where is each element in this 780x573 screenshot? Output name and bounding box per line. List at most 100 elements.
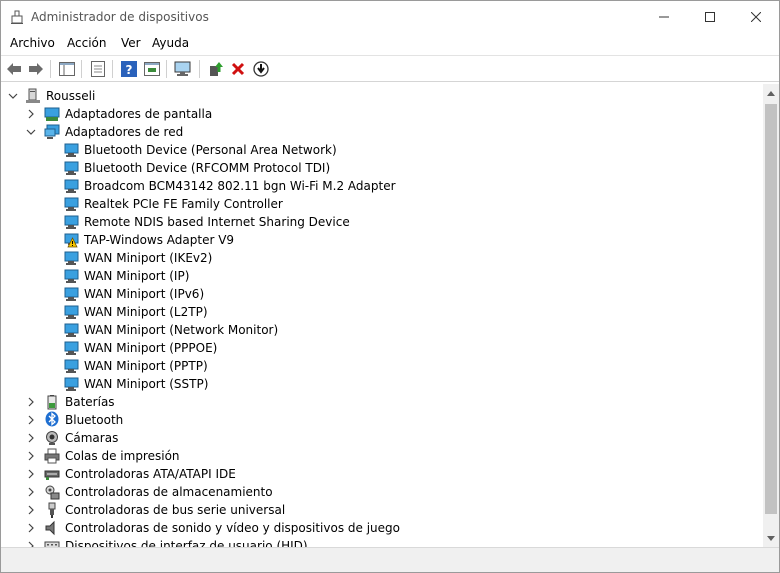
action-view-button[interactable] [142, 59, 162, 79]
category-row-storage-controllers[interactable]: Controladoras de almacenamiento [1, 483, 761, 501]
device-row[interactable]: WAN Miniport (SSTP) [1, 375, 761, 393]
category-label: Controladoras de almacenamiento [65, 485, 273, 499]
category-row-cameras[interactable]: Cámaras [1, 429, 761, 447]
chevron-right-icon[interactable] [25, 396, 37, 408]
menu-ayuda[interactable]: Ayuda [152, 36, 189, 50]
help-button[interactable]: ? [119, 59, 139, 79]
device-row[interactable]: WAN Miniport (Network Monitor) [1, 321, 761, 339]
network-adapter-icon [64, 161, 79, 175]
properties-button[interactable] [88, 59, 108, 79]
device-row[interactable]: WAN Miniport (IKEv2) [1, 249, 761, 267]
printer-icon [44, 448, 60, 464]
computer-icon [26, 88, 40, 103]
device-label: Realtek PCIe FE Family Controller [84, 197, 283, 211]
device-label: WAN Miniport (Network Monitor) [84, 323, 279, 337]
scroll-down-button[interactable] [763, 530, 779, 547]
category-label: Bluetooth [65, 413, 124, 427]
category-label: Dispositivos de interfaz de usuario (HID… [65, 539, 308, 547]
device-row[interactable]: Broadcom BCM43142 802.11 bgn Wi-Fi M.2 A… [1, 177, 761, 195]
category-label: Controladoras ATA/ATAPI IDE [65, 467, 236, 481]
device-row[interactable]: WAN Miniport (IP) [1, 267, 761, 285]
chevron-up-icon [767, 90, 775, 96]
vertical-scrollbar[interactable] [763, 84, 779, 547]
device-row[interactable]: Remote NDIS based Internet Sharing Devic… [1, 213, 761, 231]
toolbar: ? [1, 55, 779, 82]
usb-plug-icon [48, 502, 56, 518]
category-row-print-queues[interactable]: Colas de impresión [1, 447, 761, 465]
chevron-down-icon[interactable] [7, 90, 19, 102]
device-label: WAN Miniport (SSTP) [84, 377, 209, 391]
uninstall-device-button[interactable] [228, 59, 248, 79]
network-adapter-icon [64, 251, 79, 265]
close-button[interactable] [733, 1, 779, 32]
device-row[interactable]: WAN Miniport (L2TP) [1, 303, 761, 321]
menu-accion[interactable]: Acción [67, 36, 106, 50]
bluetooth-icon [45, 411, 59, 427]
chevron-right-icon[interactable] [25, 432, 37, 444]
category-label: Cámaras [65, 431, 119, 445]
category-row-sound-video[interactable]: Controladoras de sonido y vídeo y dispos… [1, 519, 761, 537]
device-row[interactable]: WAN Miniport (PPPOE) [1, 339, 761, 357]
category-row-bluetooth[interactable]: Bluetooth [1, 411, 761, 429]
monitor-scan-icon [174, 61, 191, 76]
title-bar: Administrador de dispositivos [1, 1, 779, 32]
scrollbar-thumb[interactable] [765, 104, 777, 514]
network-adapter-warning-icon [64, 233, 79, 248]
back-button[interactable] [4, 59, 24, 79]
scroll-up-button[interactable] [763, 84, 779, 101]
device-label: Broadcom BCM43142 802.11 bgn Wi-Fi M.2 A… [84, 179, 396, 193]
network-adapter-icon [64, 215, 79, 229]
category-row-network-adapters[interactable]: Adaptadores de red [1, 123, 761, 141]
category-row-hid[interactable]: Dispositivos de interfaz de usuario (HID… [1, 537, 761, 547]
category-label: Baterías [65, 395, 115, 409]
chevron-down-icon [767, 535, 775, 541]
chevron-right-icon[interactable] [25, 504, 37, 516]
keyboard-icon [44, 541, 60, 547]
category-row-batteries[interactable]: Baterías [1, 393, 761, 411]
maximize-button[interactable] [687, 1, 733, 32]
chevron-right-icon[interactable] [25, 108, 37, 120]
device-row[interactable]: WAN Miniport (IPv6) [1, 285, 761, 303]
category-label: Adaptadores de pantalla [65, 107, 213, 121]
network-adapter-icon [64, 269, 79, 283]
show-hide-console-tree-button[interactable] [57, 59, 77, 79]
chevron-right-icon[interactable] [25, 522, 37, 534]
disable-device-button[interactable] [251, 59, 271, 79]
menu-archivo[interactable]: Archivo [10, 36, 55, 50]
device-label: WAN Miniport (IKEv2) [84, 251, 213, 265]
minimize-button[interactable] [641, 1, 687, 32]
network-adapter-icon [64, 323, 79, 337]
battery-icon [47, 395, 57, 410]
speaker-icon [45, 520, 55, 536]
menu-bar: Archivo Acción Ver Ayuda [1, 32, 779, 55]
device-row[interactable]: Bluetooth Device (RFCOMM Protocol TDI) [1, 159, 761, 177]
chevron-down-icon[interactable] [25, 126, 37, 138]
chevron-right-icon[interactable] [25, 414, 37, 426]
storage-controller-icon [45, 485, 60, 500]
tree-root-row[interactable]: Rousseli [1, 87, 761, 105]
category-label: Colas de impresión [65, 449, 180, 463]
device-row[interactable]: WAN Miniport (PPTP) [1, 357, 761, 375]
device-row[interactable]: Realtek PCIe FE Family Controller [1, 195, 761, 213]
down-arrow-circle-icon [253, 61, 269, 77]
device-row-warning[interactable]: TAP-Windows Adapter V9 [1, 231, 761, 249]
category-row-ata-controllers[interactable]: Controladoras ATA/ATAPI IDE [1, 465, 761, 483]
menu-ver[interactable]: Ver [121, 36, 141, 50]
tree-root-label: Rousseli [46, 89, 96, 103]
device-tree: Rousseli Adaptadores de pantalla Adaptad… [1, 84, 763, 547]
category-row-display-adapters[interactable]: Adaptadores de pantalla [1, 105, 761, 123]
chevron-right-icon[interactable] [25, 540, 37, 547]
update-driver-button[interactable] [206, 59, 226, 79]
scan-hardware-button[interactable] [173, 59, 193, 79]
chevron-right-icon[interactable] [25, 486, 37, 498]
device-row[interactable]: Bluetooth Device (Personal Area Network) [1, 141, 761, 159]
chevron-right-icon[interactable] [25, 450, 37, 462]
network-adapter-icon [44, 124, 60, 139]
forward-button[interactable] [26, 59, 46, 79]
device-label: WAN Miniport (IPv6) [84, 287, 205, 301]
network-adapter-icon [64, 305, 79, 319]
device-label: WAN Miniport (PPPOE) [84, 341, 218, 355]
delete-x-icon [231, 62, 245, 76]
category-row-usb-controllers[interactable]: Controladoras de bus serie universal [1, 501, 761, 519]
chevron-right-icon[interactable] [25, 468, 37, 480]
